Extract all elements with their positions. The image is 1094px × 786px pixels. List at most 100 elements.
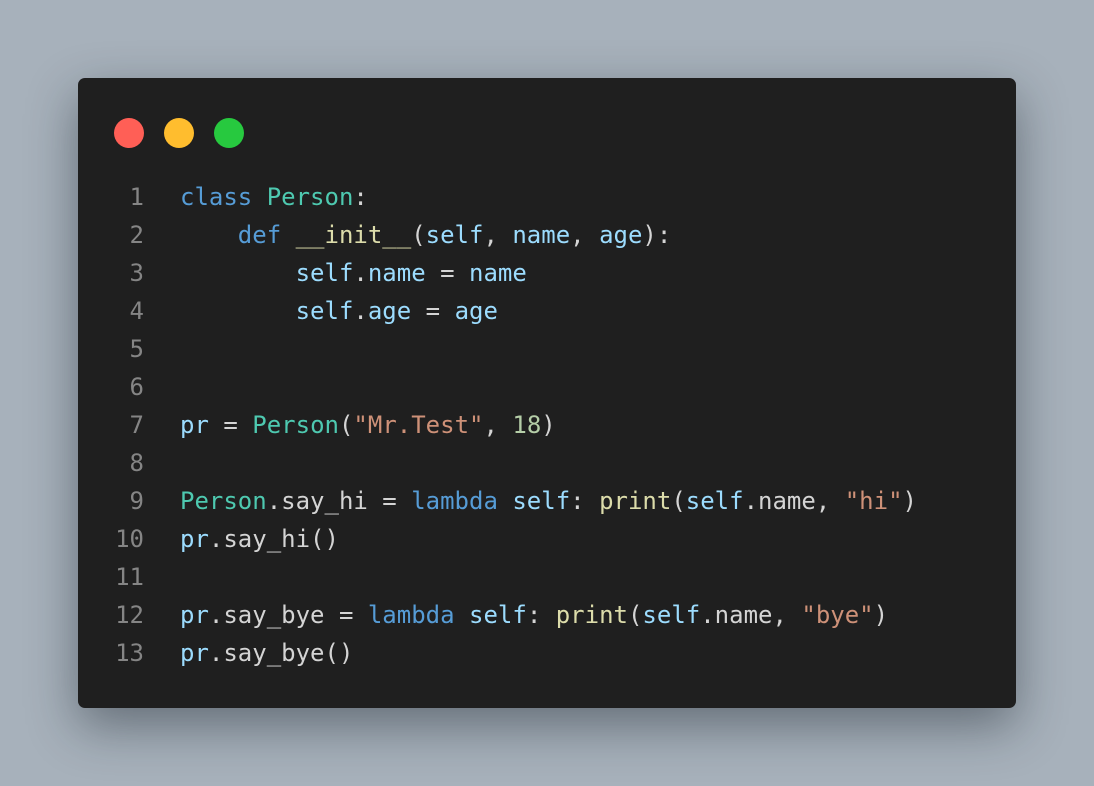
code-line: 9 Person.say_hi = lambda self: print(self… xyxy=(78,482,917,520)
code-token: . xyxy=(353,259,368,287)
code-token: self xyxy=(469,601,527,629)
code-token: ( xyxy=(671,487,686,515)
code-token: .say_hi() xyxy=(208,525,339,553)
code-token: name xyxy=(367,259,426,287)
code-token: Person xyxy=(252,411,339,439)
code-line: 2 def __init__(self, name, age): xyxy=(78,216,917,254)
code-token: , xyxy=(483,411,513,439)
code-token: "Mr.Test" xyxy=(353,411,484,439)
code-token: : xyxy=(570,487,600,515)
code-token: : xyxy=(353,183,368,211)
code-token: Person xyxy=(266,183,354,211)
code-block: 1 class Person: 2 def __init__(self, name,… xyxy=(78,178,917,672)
code-line: 5 xyxy=(78,330,917,368)
code-text: Person.say_hi = lambda self: print(self.… xyxy=(144,482,917,520)
code-token: .say_bye() xyxy=(208,639,354,667)
code-token: def xyxy=(237,221,282,249)
code-token: __init__ xyxy=(295,221,412,249)
line-number: 5 xyxy=(129,335,144,363)
code-token: self xyxy=(425,221,484,249)
code-text: pr.say_bye = lambda self: print(self.nam… xyxy=(144,596,888,634)
code-token: class xyxy=(180,183,253,211)
code-token: "hi" xyxy=(844,487,903,515)
code-token: pr xyxy=(180,601,209,629)
code-line: 7 pr = Person("Mr.Test", 18) xyxy=(78,406,917,444)
code-token: name xyxy=(469,259,527,287)
code-token: = xyxy=(411,297,455,325)
code-token: pr xyxy=(180,411,209,439)
code-token: lambda xyxy=(367,601,455,629)
line-number: 1 xyxy=(129,183,144,211)
window-controls xyxy=(114,118,244,148)
code-line: 10 pr.say_hi() xyxy=(78,520,917,558)
code-line: 13 pr.say_bye() xyxy=(78,634,917,672)
line-number: 13 xyxy=(115,639,144,667)
line-number: 10 xyxy=(115,525,144,553)
code-token: , xyxy=(483,221,513,249)
line-number: 12 xyxy=(115,601,144,629)
code-token: ) xyxy=(902,487,917,515)
code-token: "bye" xyxy=(801,601,874,629)
code-token: ( xyxy=(627,601,643,629)
code-token: ( xyxy=(411,221,426,249)
code-token: age xyxy=(367,297,412,325)
code-token: ) xyxy=(873,601,889,629)
code-line: 3 self.name = name xyxy=(78,254,917,292)
code-token: lambda xyxy=(411,487,498,515)
minimize-dot-icon[interactable] xyxy=(164,118,194,148)
code-line: 8 xyxy=(78,444,917,482)
code-token: , xyxy=(570,221,600,249)
code-token: 18 xyxy=(512,411,542,439)
code-token: = xyxy=(208,411,253,439)
code-line: 4 self.age = age xyxy=(78,292,917,330)
code-token: self xyxy=(642,601,701,629)
line-number: 8 xyxy=(129,449,144,477)
code-line: 12 pr.say_bye = lambda self: print(self.n… xyxy=(78,596,917,634)
line-number: 2 xyxy=(129,221,144,249)
code-token: ) xyxy=(541,411,556,439)
code-text: pr.say_bye() xyxy=(144,634,353,672)
code-token: ): xyxy=(642,221,672,249)
code-token: self xyxy=(685,487,744,515)
code-token: .say_hi = xyxy=(266,487,412,515)
maximize-dot-icon[interactable] xyxy=(214,118,244,148)
line-number: 6 xyxy=(129,373,144,401)
code-text: self.name = name xyxy=(144,254,527,292)
code-line: 1 class Person: xyxy=(78,178,917,216)
code-token: ( xyxy=(338,411,354,439)
code-token: : xyxy=(526,601,556,629)
code-token: .name, xyxy=(700,601,802,629)
code-token: self xyxy=(295,259,354,287)
code-token: age xyxy=(599,221,643,249)
code-token: . xyxy=(353,297,368,325)
code-text: class Person: xyxy=(144,178,368,216)
code-text: pr = Person("Mr.Test", 18) xyxy=(144,406,556,444)
code-token: print xyxy=(555,601,628,629)
code-token: .name, xyxy=(743,487,845,515)
code-token: pr xyxy=(180,525,209,553)
code-token: = xyxy=(425,259,469,287)
code-text: pr.say_hi() xyxy=(144,520,339,558)
close-dot-icon[interactable] xyxy=(114,118,144,148)
line-number: 3 xyxy=(129,259,144,287)
code-token: print xyxy=(599,487,672,515)
code-text: def __init__(self, name, age): xyxy=(144,216,672,254)
code-token: name xyxy=(512,221,571,249)
code-token: .say_bye = xyxy=(208,601,368,629)
code-token: Person xyxy=(180,487,267,515)
code-token: age xyxy=(454,297,498,325)
line-number: 4 xyxy=(129,297,144,325)
line-number: 9 xyxy=(129,487,144,515)
code-window: 1 class Person: 2 def __init__(self, name,… xyxy=(78,78,1016,708)
code-token: self xyxy=(295,297,354,325)
code-text: self.age = age xyxy=(144,292,498,330)
